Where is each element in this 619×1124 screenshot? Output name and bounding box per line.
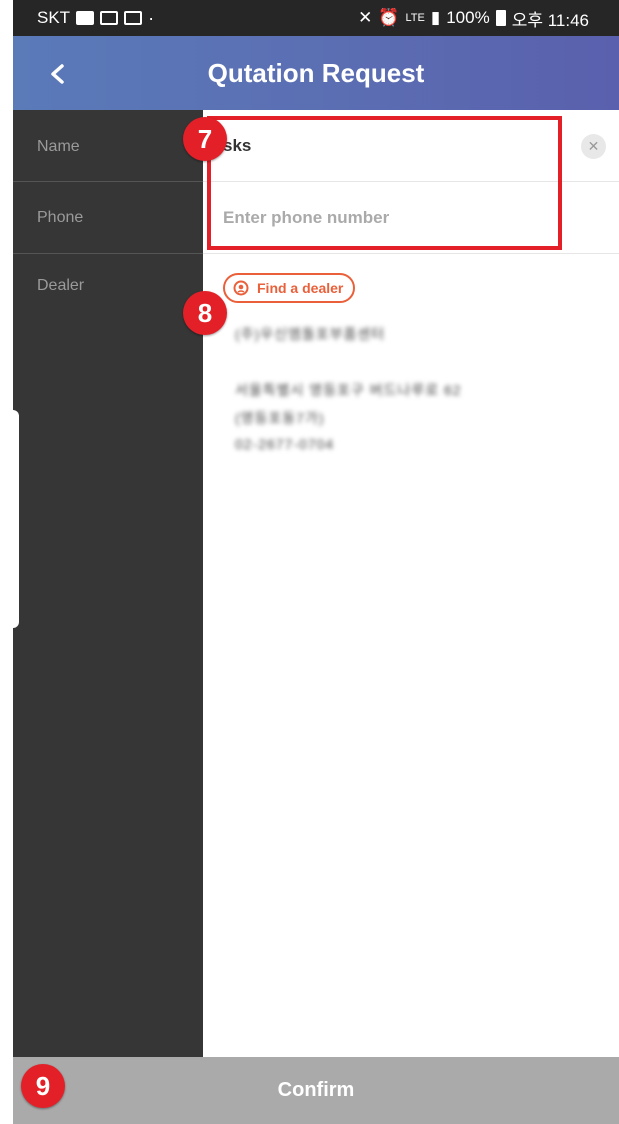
annotation-badge-7: 7 [183, 117, 227, 161]
name-field-row: ✕ [203, 110, 619, 182]
alarm-icon: ⏰ [378, 8, 400, 27]
annotation-badge-9: 9 [21, 1064, 65, 1108]
clock-label: 오후 11:46 [511, 10, 589, 30]
status-bar-left: SKT · [37, 8, 154, 28]
carrier-label: SKT [37, 8, 71, 27]
signal-icon: ▮ [430, 8, 441, 27]
phone-field-row [203, 182, 619, 254]
dealer-address: 서울특별시 영등포구 버드나루로 62 [235, 382, 462, 398]
phone-label: Phone [37, 209, 84, 226]
more-notifications-icon: · [148, 8, 155, 28]
annotation-badge-8: 8 [183, 291, 227, 335]
divider [203, 253, 619, 254]
battery-label: 100% [446, 8, 490, 27]
dealer-phone: 02-2677-0704 [235, 436, 335, 452]
dealer-name: (주)우신엠돌포부품센터 [235, 326, 386, 342]
location-pin-icon [233, 280, 249, 296]
confirm-label: Confirm [277, 1079, 355, 1101]
gallery-notification-icon [76, 11, 95, 25]
app-header: Qutation Request [13, 36, 619, 110]
find-dealer-label: Find a dealer [257, 280, 344, 296]
phone-input[interactable] [223, 200, 563, 236]
form-content: ✕ Find a dealer (주)우신엠돌포부품센터 서울특별시 영등포구 … [203, 110, 619, 1057]
back-button[interactable] [37, 54, 77, 94]
clear-name-button[interactable]: ✕ [581, 134, 606, 159]
name-input[interactable] [223, 128, 563, 164]
divider [13, 253, 203, 254]
find-dealer-button[interactable]: Find a dealer [223, 273, 356, 303]
mute-icon: ✕ [358, 8, 373, 27]
app-frame: SKT · ✕ ⏰ LTE ▮ 100% 오후 11:46 Qutation R… [13, 0, 619, 1124]
name-label: Name [37, 138, 80, 155]
mail-notification-icon [100, 11, 119, 25]
mail-notification-icon [124, 11, 143, 25]
dealer-label: Dealer [37, 277, 85, 294]
chevron-left-icon [51, 64, 64, 84]
battery-icon [495, 10, 506, 26]
form-labels-sidebar: Name Phone Dealer [13, 110, 203, 1057]
status-bar: SKT · ✕ ⏰ LTE ▮ 100% 오후 11:46 [13, 0, 619, 36]
dealer-address-detail: (영등포동7가) [235, 410, 325, 426]
network-label: LTE [405, 12, 425, 24]
close-icon: ✕ [587, 138, 600, 154]
confirm-button[interactable]: Confirm [13, 1057, 619, 1124]
status-bar-right: ✕ ⏰ LTE ▮ 100% 오후 11:46 [358, 6, 589, 31]
drawer-handle[interactable] [13, 410, 19, 628]
divider [13, 181, 203, 182]
page-title: Qutation Request [207, 58, 425, 88]
